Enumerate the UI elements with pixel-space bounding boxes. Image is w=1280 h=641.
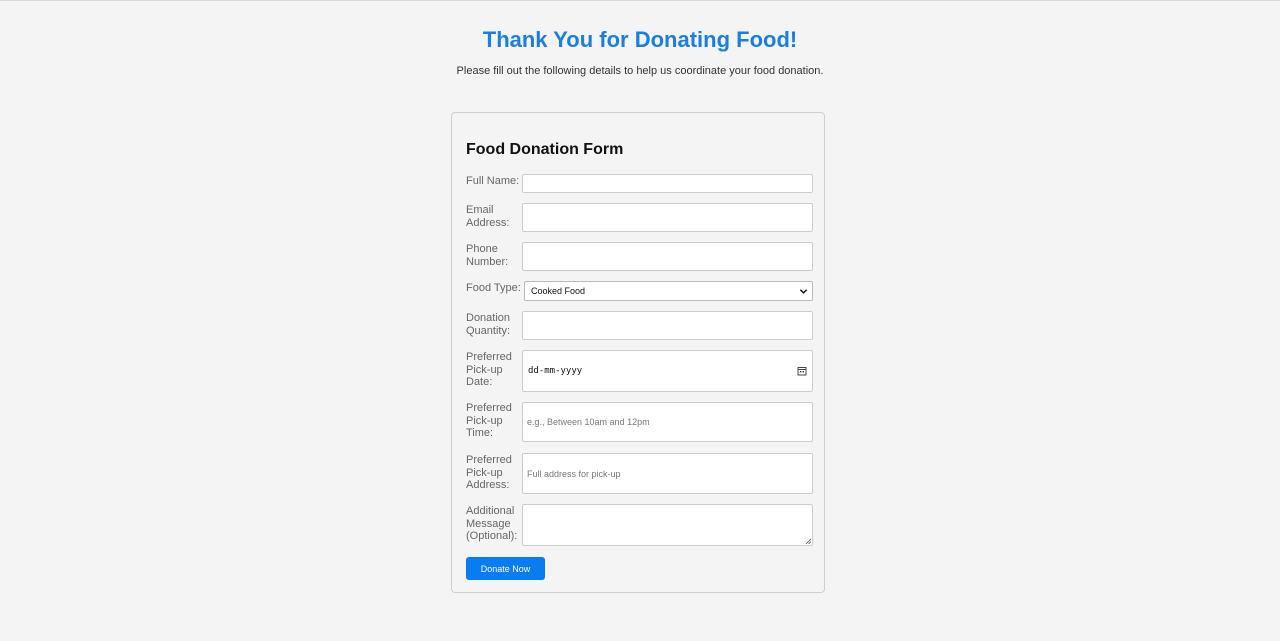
email-input[interactable]	[522, 203, 813, 232]
donate-now-button[interactable]: Donate Now	[466, 557, 545, 580]
page-title: Thank You for Donating Food!	[482, 27, 798, 52]
calendar-icon[interactable]	[797, 366, 807, 376]
form-heading: Food Donation Form	[466, 141, 624, 158]
chevron-down-icon	[799, 289, 808, 294]
food-type-selected-value: Cooked Food	[531, 286, 586, 296]
full-name-input[interactable]	[522, 174, 813, 193]
full-name-label: Full Name:	[466, 175, 520, 187]
pickup-time-label: Preferred Pick-up Time:	[466, 402, 512, 439]
food-donation-form: Food Donation Form Full Name: Email Addr…	[451, 112, 825, 593]
pickup-address-label: Preferred Pick-up Address:	[466, 454, 512, 491]
food-type-label: Food Type:	[466, 282, 521, 294]
message-textarea[interactable]	[522, 504, 813, 546]
pickup-date-input[interactable]: dd-mm-yyyy	[522, 350, 813, 392]
resize-grip-icon[interactable]	[805, 538, 811, 544]
message-label: Additional Message (Optional):	[466, 505, 518, 542]
page-subtitle: Please fill out the following details to…	[456, 65, 824, 77]
quantity-input[interactable]	[522, 311, 813, 340]
message-wrap	[522, 504, 813, 546]
email-label: Email Address:	[466, 204, 510, 229]
pickup-address-input[interactable]	[522, 453, 813, 494]
pickup-date-label: Preferred Pick-up Date:	[466, 351, 512, 388]
pickup-time-input[interactable]	[522, 402, 813, 442]
food-type-select[interactable]: Cooked Food	[524, 281, 813, 301]
quantity-label: Donation Quantity:	[466, 312, 511, 337]
phone-input[interactable]	[522, 242, 813, 271]
pickup-date-value: dd-mm-yyyy	[528, 366, 583, 376]
phone-label: Phone Number:	[466, 243, 509, 268]
